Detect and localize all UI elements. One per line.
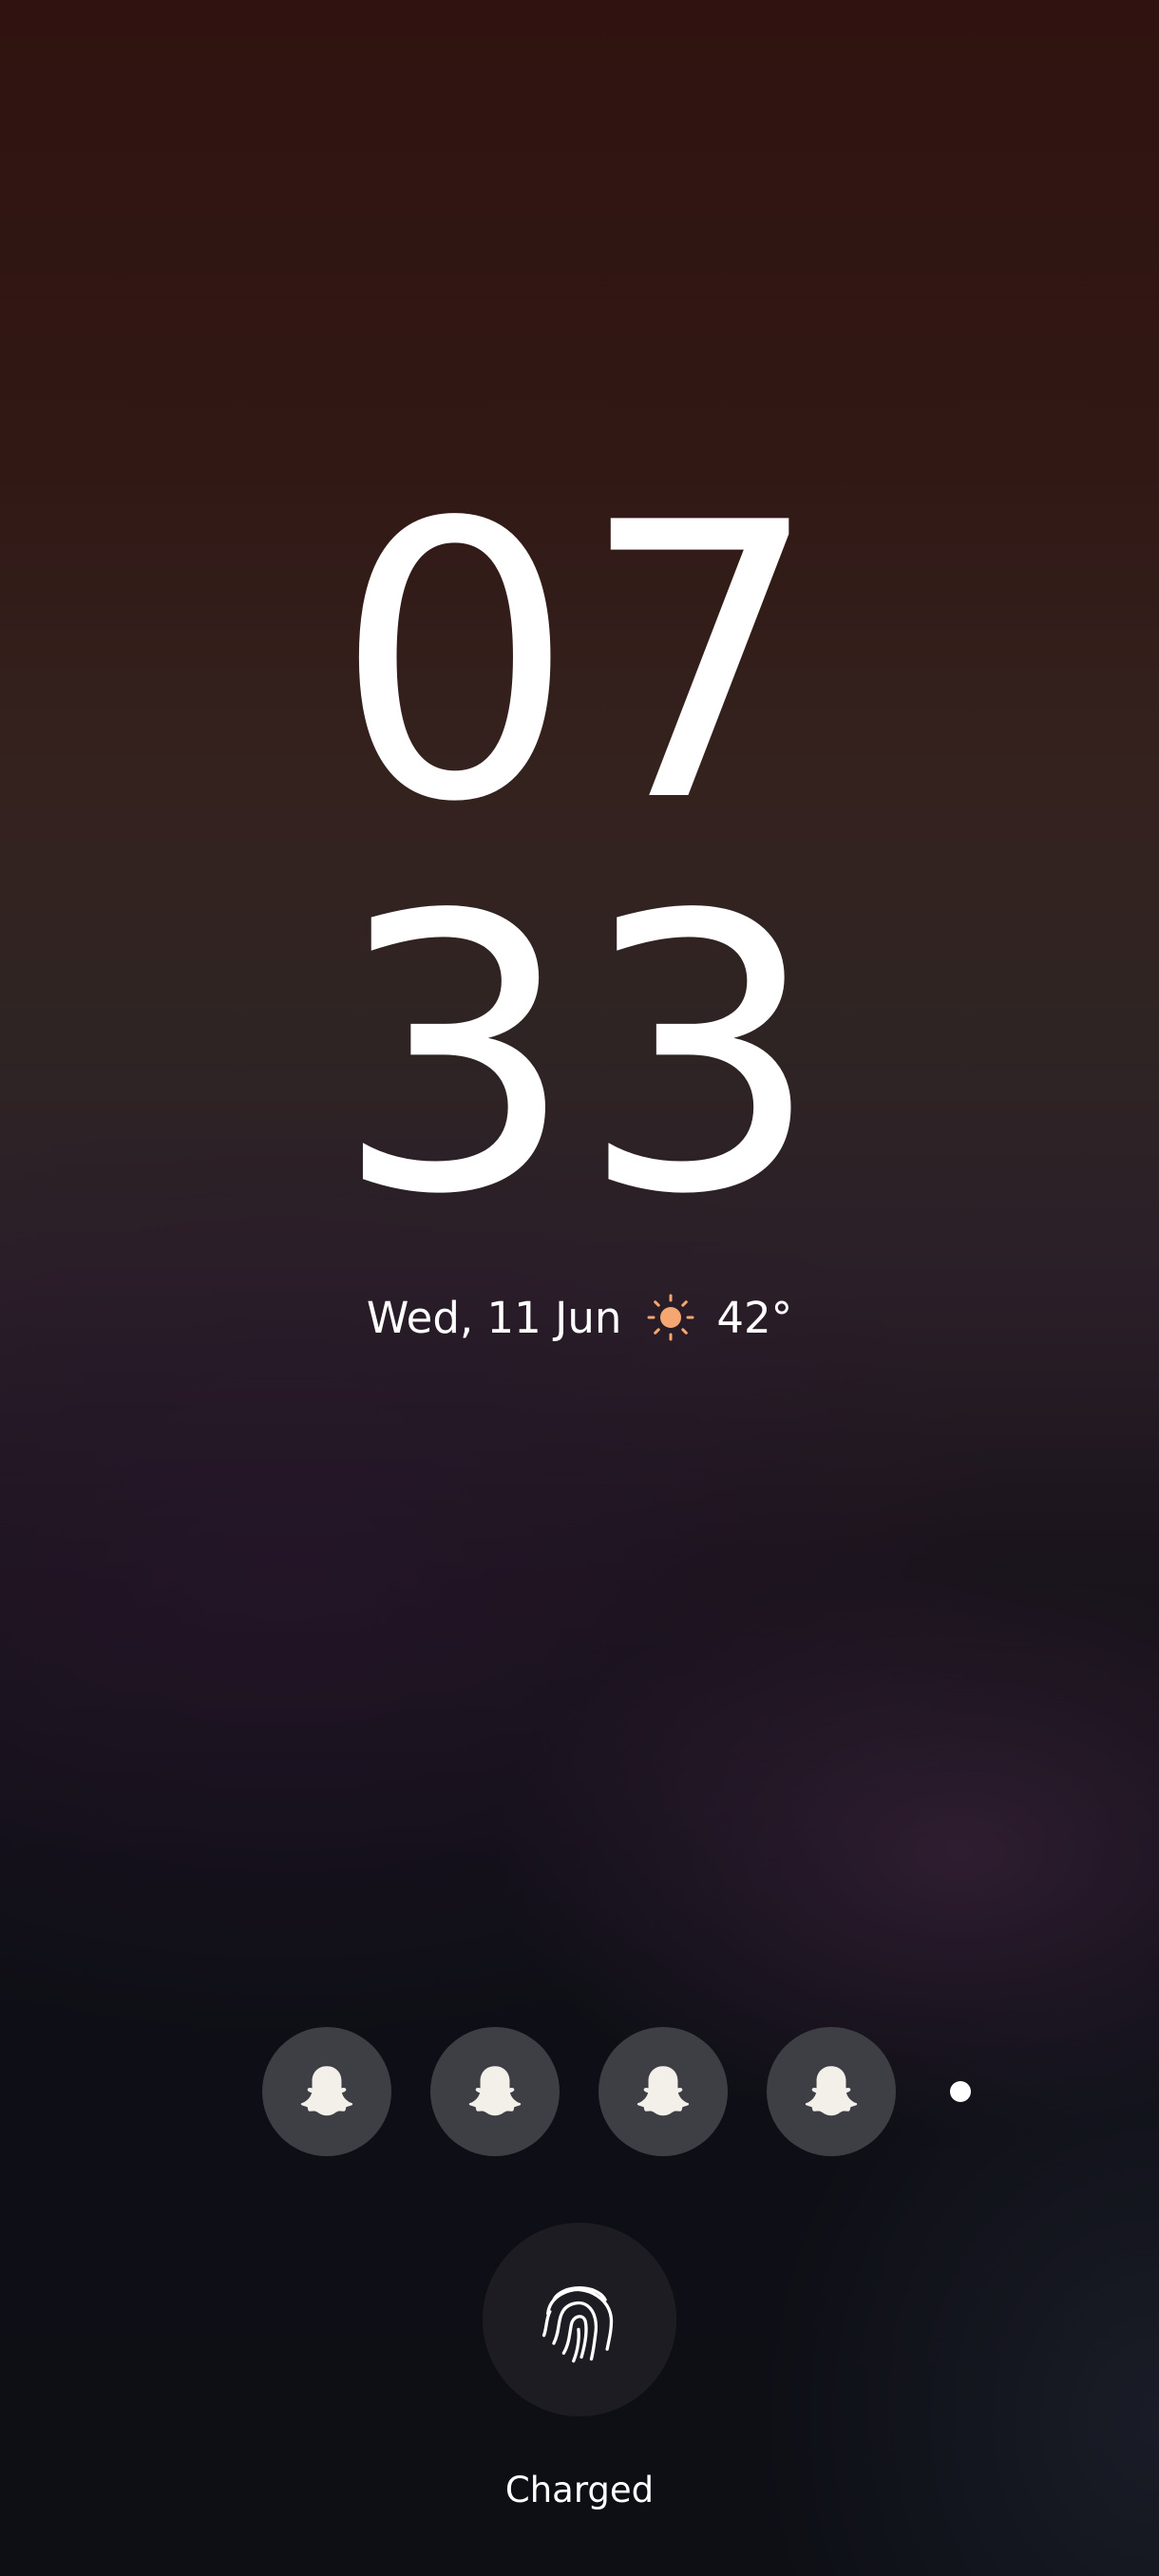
lock-screen: 07 33 Wed, 11 Jun 42° Charged	[0, 0, 1159, 2576]
fingerprint-icon	[542, 2286, 614, 2363]
notification-icons-row	[262, 2027, 971, 2156]
more-notifications-dot-icon	[950, 2081, 971, 2102]
snapchat-ghost-icon	[805, 2066, 858, 2116]
snapchat-ghost-icon	[300, 2066, 353, 2116]
notification-icon-snapchat[interactable]	[430, 2027, 560, 2156]
clock-hours: 07	[333, 444, 826, 885]
fingerprint-sensor-button[interactable]	[483, 2223, 676, 2416]
sun-icon	[647, 1294, 694, 1341]
date-weather-row: Wed, 11 Jun 42°	[0, 1284, 1159, 1351]
temperature-label: 42°	[716, 1292, 793, 1343]
notification-icon-snapchat[interactable]	[767, 2027, 896, 2156]
notification-icon-snapchat[interactable]	[598, 2027, 728, 2156]
notification-icon-snapchat[interactable]	[262, 2027, 391, 2156]
snapchat-ghost-icon	[468, 2066, 522, 2116]
date-label: Wed, 11 Jun	[366, 1292, 622, 1343]
snapchat-ghost-icon	[636, 2066, 690, 2116]
clock-minutes: 33	[333, 836, 826, 1278]
battery-status-label: Charged	[504, 2470, 655, 2510]
